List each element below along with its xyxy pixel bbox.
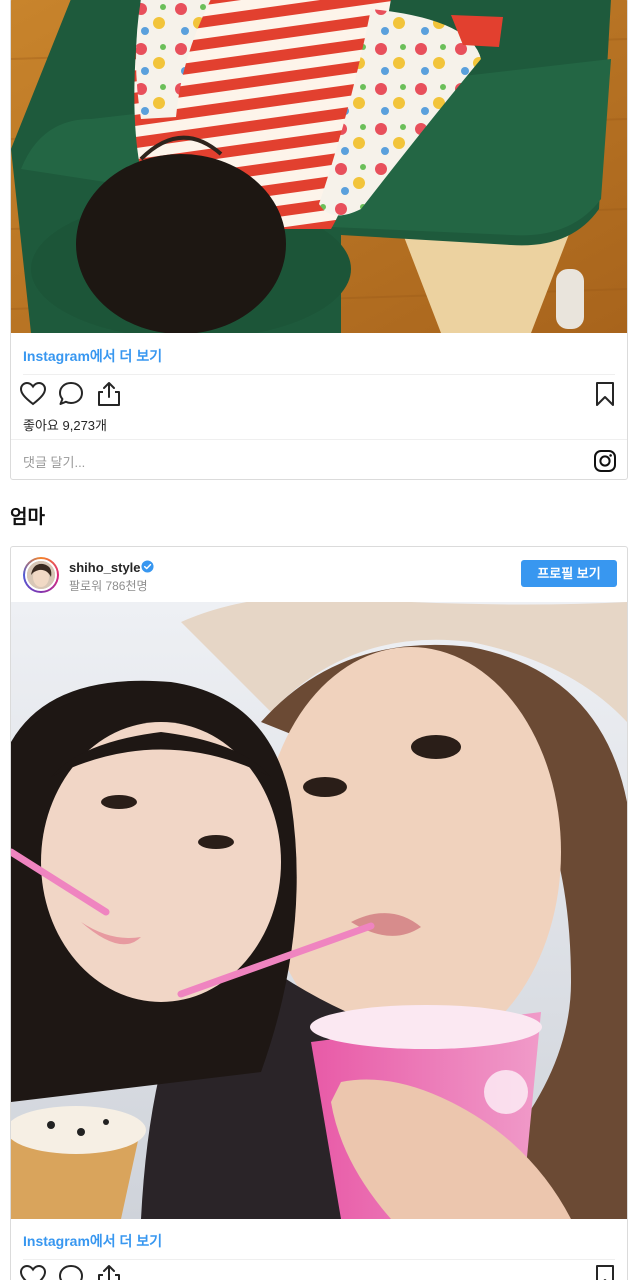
instagram-embed-2: shiho_style 팔로워 786천명 프로필 보기 Instagram에서… <box>10 546 628 1280</box>
view-more-on-instagram-link[interactable]: Instagram에서 더 보기 <box>23 346 162 366</box>
verified-badge-icon <box>141 560 154 573</box>
divider <box>23 1259 615 1260</box>
bookmark-icon[interactable] <box>591 380 619 408</box>
bookmark-icon[interactable] <box>591 1263 619 1280</box>
avatar-image <box>27 561 55 589</box>
post-photo-illustration <box>11 602 627 1219</box>
post-actions <box>19 1263 619 1280</box>
post-photo-child-on-massage-table[interactable] <box>11 0 627 333</box>
comment-row: 댓글 달기... <box>11 439 627 479</box>
share-icon[interactable] <box>95 380 123 408</box>
instagram-embed-1: Instagram에서 더 보기 좋아요 9,273개 댓글 달기... <box>10 0 628 480</box>
heart-icon[interactable] <box>19 380 47 408</box>
post-header: shiho_style 팔로워 786천명 프로필 보기 <box>11 547 627 602</box>
comment-icon[interactable] <box>57 1263 85 1280</box>
section-heading: 엄마 <box>10 507 45 528</box>
instagram-logo-icon[interactable] <box>593 449 617 473</box>
share-icon[interactable] <box>95 1263 123 1280</box>
add-comment-input[interactable]: 댓글 달기... <box>23 452 85 471</box>
post-photo-illustration <box>11 0 627 333</box>
view-profile-button[interactable]: 프로필 보기 <box>521 560 617 587</box>
divider <box>23 374 615 375</box>
post-photo-mother-and-child-selfie[interactable] <box>11 602 627 1219</box>
follower-count: 팔로워 786천명 <box>69 579 148 593</box>
heart-icon[interactable] <box>19 1263 47 1280</box>
likes-count: 좋아요 9,273개 <box>23 418 107 433</box>
post-actions <box>19 380 619 410</box>
view-more-on-instagram-link[interactable]: Instagram에서 더 보기 <box>23 1231 162 1251</box>
comment-icon[interactable] <box>57 380 85 408</box>
avatar[interactable] <box>23 557 59 593</box>
username[interactable]: shiho_style <box>69 560 141 575</box>
